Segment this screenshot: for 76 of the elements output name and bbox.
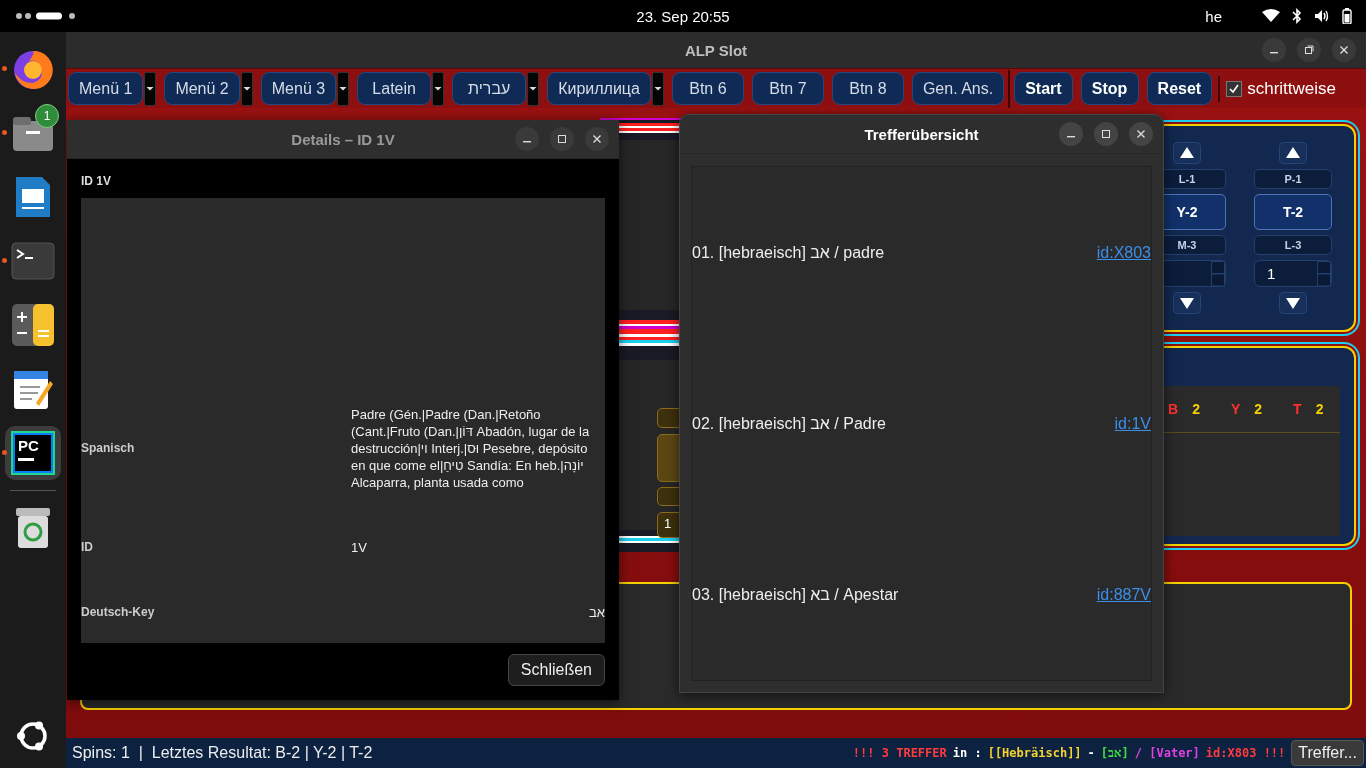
dialog-title: Details – ID 1V — [291, 130, 395, 148]
workspace-indicator-icon[interactable] — [14, 11, 78, 21]
close-icon[interactable] — [1129, 122, 1153, 146]
field-label: Spanisch — [81, 441, 136, 455]
status-message: [אב] — [1100, 745, 1129, 761]
checkbox-label[interactable]: schrittweise — [1247, 78, 1336, 99]
hit-text: 01. [hebraeisch] אב / padre — [692, 243, 885, 262]
volume-icon[interactable] — [1314, 9, 1330, 23]
dialog-title: Trefferübersicht — [864, 125, 979, 143]
notification-badge: 1 — [35, 104, 59, 128]
id-link[interactable]: id:887V — [1096, 585, 1151, 604]
restore-icon[interactable] — [1297, 38, 1321, 62]
result-count: 2 — [1315, 401, 1324, 417]
status-message: in : — [952, 746, 982, 760]
field-value: אב — [588, 603, 605, 621]
hit-text: 02. [hebraeisch] אב / Padre — [692, 414, 886, 433]
status-message: - — [1087, 746, 1095, 760]
id-link[interactable]: id:1V — [1114, 414, 1151, 433]
dock-item[interactable]: PC — [5, 426, 61, 480]
menu-button[interactable]: Latein — [357, 72, 432, 105]
wifi-icon[interactable] — [1262, 9, 1280, 23]
action-button[interactable]: Reset — [1146, 72, 1213, 105]
status-message: id:X803 !!! — [1205, 746, 1286, 760]
maximize-icon[interactable] — [550, 127, 574, 151]
action-button[interactable]: Start — [1014, 72, 1073, 105]
result-count: 2 — [1254, 401, 1263, 417]
bluetooth-icon[interactable] — [1292, 8, 1302, 24]
result-letter: Y — [1230, 401, 1241, 417]
terminal-icon — [11, 242, 55, 280]
window-title: ALP Slot — [684, 41, 748, 59]
status-message: / [Vater] — [1134, 746, 1200, 760]
toolbar-button[interactable]: Btn 6 — [671, 72, 744, 105]
menu-button[interactable]: Menü 1 — [68, 72, 144, 105]
menu-button[interactable]: Кириллица — [547, 72, 651, 105]
status-message: [[Hebräisch]] — [987, 746, 1082, 760]
checkbox[interactable] — [1226, 80, 1243, 97]
clock[interactable]: 23. Sep 20:55 — [636, 7, 730, 25]
minimize-icon[interactable] — [1059, 122, 1083, 146]
field-value: 1V — [351, 538, 368, 556]
minimize-icon[interactable] — [1262, 38, 1286, 62]
field-value: Padre (Gén.|Padre (Dan.|Retoño (Cant.|Fruto (Dan.|דּוֹן Abadón, lugar de la destrucción|וי Interj.|וּס Pesebre, depósito en que come el|טִיחַ Sandía: En heb.|יוֹנָה Alcaparra, planta usada como — [351, 405, 591, 491]
field-label: ID — [81, 540, 94, 554]
id-link[interactable]: id:X803 — [1096, 243, 1151, 262]
keyboard-layout[interactable]: he — [1205, 7, 1222, 25]
status-message: !!! 3 TREFFER — [852, 746, 947, 760]
document-icon — [14, 175, 52, 219]
calculator-icon — [11, 303, 55, 347]
close-icon[interactable] — [585, 127, 609, 151]
status-text: Spins: 1 | Letztes Resultat: B-2 | Y-2 | T-2 — [72, 744, 373, 762]
result-letter: B — [1168, 401, 1179, 417]
minimize-icon[interactable] — [515, 127, 539, 151]
menu-button[interactable]: Menü 2 — [164, 72, 240, 105]
hit-text: 03. [hebraeisch] בא / Apestar — [692, 585, 899, 604]
pycharm-logo: PC — [11, 431, 55, 475]
hits-button[interactable]: Treffer... — [1291, 740, 1364, 766]
action-button[interactable]: Stop — [1080, 72, 1139, 105]
menu-button[interactable]: Menü 3 — [260, 72, 337, 105]
toolbar-button[interactable]: Gen. Ans. — [911, 72, 1005, 105]
reel-symbol: T-2 — [1254, 194, 1332, 230]
result-count: 2 — [1192, 401, 1200, 417]
field-label: Deutsch-Key — [81, 605, 156, 619]
result-letter: T — [1293, 401, 1302, 417]
battery-icon[interactable] — [1342, 8, 1352, 24]
details-heading: ID 1V — [81, 173, 112, 190]
toolbar-button[interactable]: Btn 8 — [831, 72, 904, 105]
dock-item[interactable]: 1 — [5, 106, 61, 160]
menu-button[interactable]: עברית — [452, 72, 527, 105]
tile-value: 1 — [664, 516, 672, 531]
spin-field[interactable]: 1 — [1254, 260, 1332, 287]
trash-icon — [14, 506, 52, 550]
close-button[interactable]: Schließen — [507, 654, 605, 686]
reel-label: P-1 — [1254, 169, 1332, 189]
maximize-icon[interactable] — [1094, 122, 1118, 146]
close-icon[interactable] — [1332, 38, 1356, 62]
reel-label: L-3 — [1254, 235, 1332, 255]
toolbar-button[interactable]: Btn 7 — [751, 72, 824, 105]
